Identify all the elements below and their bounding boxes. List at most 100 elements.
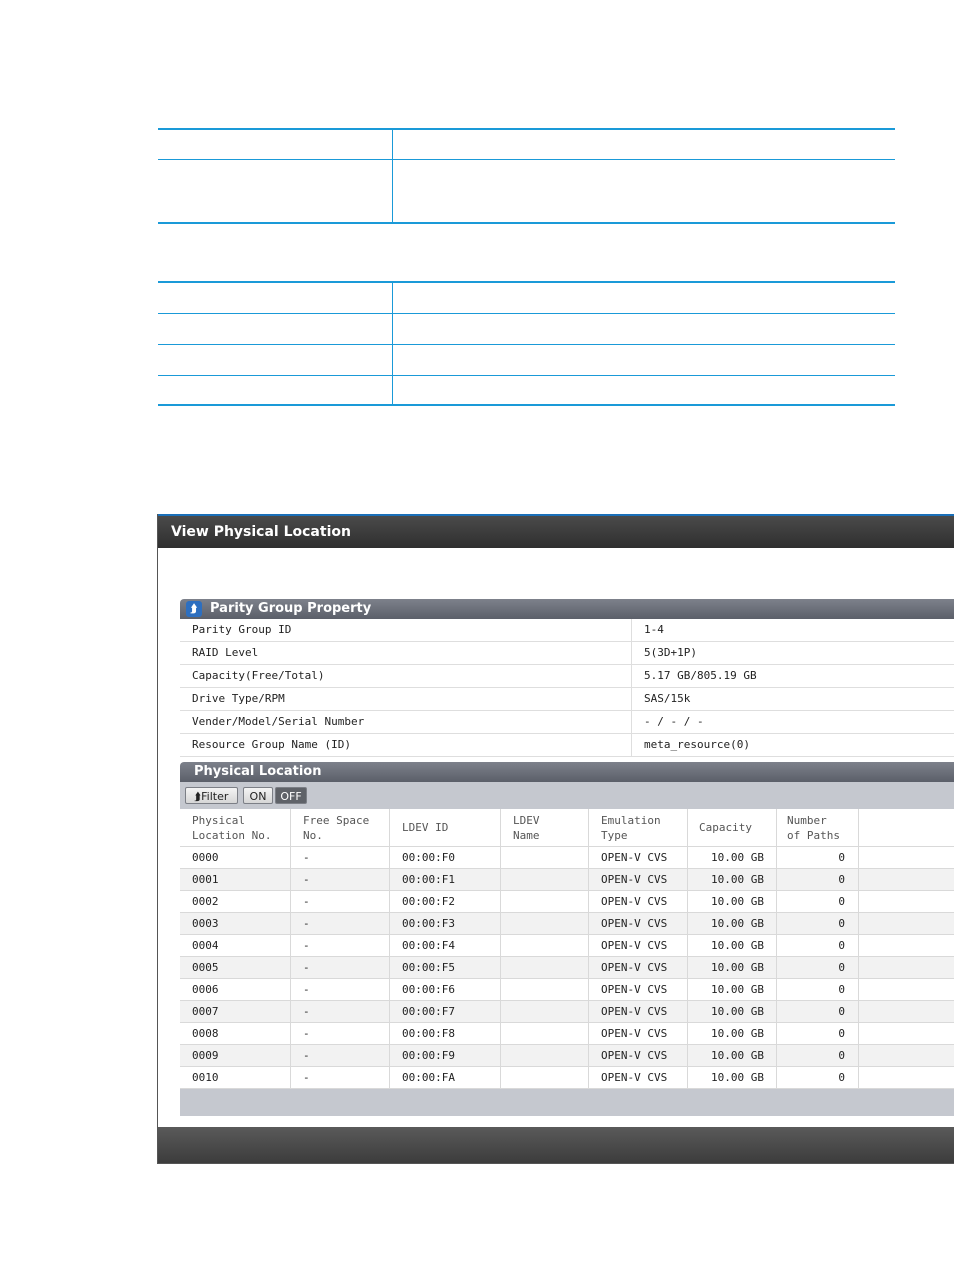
- property-value: meta_resource(0): [644, 738, 750, 751]
- cell-emulation-type: OPEN-V CVS: [589, 1045, 688, 1066]
- cell-ldev-id: 00:00:F7: [390, 1001, 501, 1022]
- cell-ldev-id: 00:00:F0: [390, 847, 501, 868]
- cell-ldev-name: [501, 869, 589, 890]
- table-row[interactable]: 0005-00:00:F5 OPEN-V CVS 10.00 GB 0: [180, 957, 954, 979]
- cell-free-space-no: -: [291, 979, 390, 1000]
- filter-label: Filter: [201, 790, 229, 803]
- column-header-ldev-id[interactable]: LDEV ID: [390, 809, 501, 846]
- cell-emulation-type: OPEN-V CVS: [589, 847, 688, 868]
- cell-ldev-id: 00:00:F6: [390, 979, 501, 1000]
- property-value: 1-4: [644, 623, 664, 636]
- cell-free-space-no: -: [291, 935, 390, 956]
- cell-emulation-type: OPEN-V CVS: [589, 935, 688, 956]
- cell-ldev-id: 00:00:F9: [390, 1045, 501, 1066]
- table-row[interactable]: 0009-00:00:F9 OPEN-V CVS 10.00 GB 0: [180, 1045, 954, 1067]
- cell-physical-location-no: 0009: [180, 1045, 291, 1066]
- cell-emulation-type: OPEN-V CVS: [589, 891, 688, 912]
- cell-capacity: 10.00 GB: [688, 957, 777, 978]
- filter-button[interactable]: ⮭Filter: [185, 787, 238, 804]
- property-row: Drive Type/RPM SAS/15k: [180, 688, 954, 711]
- cell-number-of-paths: 0: [777, 891, 859, 912]
- cell-number-of-paths: 0: [777, 1023, 859, 1044]
- cell-ldev-name: [501, 957, 589, 978]
- table-row[interactable]: 0007-00:00:F7 OPEN-V CVS 10.00 GB 0: [180, 1001, 954, 1023]
- cell-emulation-type: OPEN-V CVS: [589, 1023, 688, 1044]
- cell-physical-location-no: 0005: [180, 957, 291, 978]
- table-row[interactable]: 0001-00:00:F1 OPEN-V CVS 10.00 GB 0: [180, 869, 954, 891]
- cell-capacity: 10.00 GB: [688, 1067, 777, 1088]
- cell-ldev-name: [501, 847, 589, 868]
- column-header-physical-location-no[interactable]: Physical Location No.: [180, 809, 291, 846]
- parity-group-properties: Parity Group ID 1-4 RAID Level 5(3D+1P) …: [180, 619, 954, 757]
- cell-physical-location-no: 0007: [180, 1001, 291, 1022]
- dialog-title: View Physical Location: [171, 524, 351, 540]
- property-label: Vender/Model/Serial Number: [180, 711, 632, 733]
- cell-physical-location-no: 0001: [180, 869, 291, 890]
- column-header-emulation-type[interactable]: Emulation Type: [589, 809, 688, 846]
- property-row: RAID Level 5(3D+1P): [180, 642, 954, 665]
- cell-physical-location-no: 0010: [180, 1067, 291, 1088]
- table-row[interactable]: 0003-00:00:F3 OPEN-V CVS 10.00 GB 0: [180, 913, 954, 935]
- column-header-free-space-no[interactable]: Free Space No.: [291, 809, 390, 846]
- cell-ldev-id: 00:00:F1: [390, 869, 501, 890]
- cell-emulation-type: OPEN-V CVS: [589, 979, 688, 1000]
- cell-ldev-name: [501, 1001, 589, 1022]
- property-row: Capacity(Free/Total) 5.17 GB/805.19 GB: [180, 665, 954, 688]
- table-row[interactable]: 0010-00:00:FA OPEN-V CVS 10.00 GB 0: [180, 1067, 954, 1089]
- cell-number-of-paths: 0: [777, 957, 859, 978]
- cell-ldev-id: 00:00:FA: [390, 1067, 501, 1088]
- section-title: Parity Group Property: [210, 601, 372, 616]
- cell-capacity: 10.00 GB: [688, 869, 777, 890]
- cell-ldev-id: 00:00:F3: [390, 913, 501, 934]
- column-header-capacity[interactable]: Capacity: [688, 809, 777, 846]
- cell-emulation-type: OPEN-V CVS: [589, 913, 688, 934]
- double-chevron-up-icon[interactable]: ⮭: [186, 601, 202, 617]
- property-label: Capacity(Free/Total): [180, 665, 632, 687]
- property-row: Vender/Model/Serial Number - / - / -: [180, 711, 954, 734]
- cell-ldev-id: 00:00:F2: [390, 891, 501, 912]
- document-table-row: [158, 376, 895, 404]
- table-row[interactable]: 0004-00:00:F4 OPEN-V CVS 10.00 GB 0: [180, 935, 954, 957]
- document-table-row: [158, 345, 895, 376]
- parity-group-section-header[interactable]: ⮭ Parity Group Property: [180, 599, 954, 619]
- column-header-number-of-paths[interactable]: Number of Paths: [777, 809, 859, 846]
- document-table-2: [158, 281, 895, 406]
- property-label: Resource Group Name (ID): [180, 734, 632, 756]
- cell-capacity: 10.00 GB: [688, 913, 777, 934]
- cell-emulation-type: OPEN-V CVS: [589, 1067, 688, 1088]
- cell-number-of-paths: 0: [777, 869, 859, 890]
- dialog-footer: [158, 1127, 954, 1163]
- cell-capacity: 10.00 GB: [688, 891, 777, 912]
- table-row[interactable]: 0000-00:00:F0 OPEN-V CVS 10.00 GB 0: [180, 847, 954, 869]
- cell-ldev-name: [501, 1067, 589, 1088]
- cell-free-space-no: -: [291, 1001, 390, 1022]
- dialog-titlebar[interactable]: View Physical Location: [158, 514, 954, 548]
- cell-capacity: 10.00 GB: [688, 1045, 777, 1066]
- cell-free-space-no: -: [291, 957, 390, 978]
- cell-physical-location-no: 0000: [180, 847, 291, 868]
- document-table-header-row: [158, 130, 895, 160]
- column-header-ldev-name[interactable]: LDEV Name: [501, 809, 589, 846]
- cell-number-of-paths: 0: [777, 1045, 859, 1066]
- cell-capacity: 10.00 GB: [688, 935, 777, 956]
- table-row[interactable]: 0008-00:00:F8 OPEN-V CVS 10.00 GB 0: [180, 1023, 954, 1045]
- property-row: Parity Group ID 1-4: [180, 619, 954, 642]
- cell-free-space-no: -: [291, 1045, 390, 1066]
- cell-physical-location-no: 0006: [180, 979, 291, 1000]
- property-label: RAID Level: [180, 642, 632, 664]
- cell-physical-location-no: 0008: [180, 1023, 291, 1044]
- property-value: 5.17 GB/805.19 GB: [644, 669, 757, 682]
- cell-number-of-paths: 0: [777, 935, 859, 956]
- table-row[interactable]: 0002-00:00:F2 OPEN-V CVS 10.00 GB 0: [180, 891, 954, 913]
- document-table-row: [158, 314, 895, 345]
- filter-off-toggle[interactable]: OFF: [275, 787, 307, 804]
- table-empty-area: [180, 1089, 954, 1116]
- table-row[interactable]: 0006-00:00:F6 OPEN-V CVS 10.00 GB 0: [180, 979, 954, 1001]
- cell-capacity: 10.00 GB: [688, 1001, 777, 1022]
- filter-bar: ⮭Filter ON OFF: [180, 782, 954, 809]
- property-value: - / - / -: [644, 715, 704, 728]
- cell-ldev-name: [501, 891, 589, 912]
- cell-number-of-paths: 0: [777, 847, 859, 868]
- cell-number-of-paths: 0: [777, 979, 859, 1000]
- filter-on-toggle[interactable]: ON: [243, 787, 273, 804]
